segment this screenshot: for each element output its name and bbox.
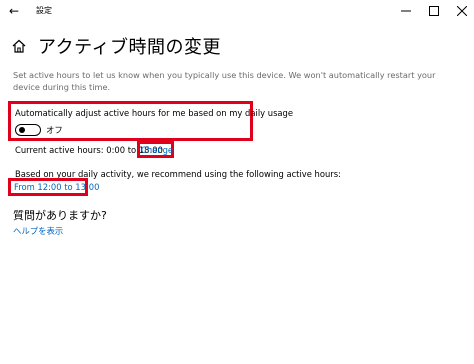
highlight-box-auto-adjust — [8, 101, 253, 141]
auto-adjust-label: Automatically adjust active hours for me… — [15, 108, 294, 118]
home-icon[interactable] — [12, 38, 26, 53]
toggle-knob — [19, 127, 25, 133]
close-icon[interactable] — [449, 2, 474, 20]
back-arrow-icon[interactable]: ← — [6, 4, 22, 18]
maximize-icon[interactable] — [421, 2, 447, 20]
change-link[interactable]: Change — [141, 145, 173, 155]
minimize-icon[interactable] — [393, 2, 419, 20]
auto-adjust-toggle[interactable] — [15, 124, 41, 136]
help-question-heading: 質問がありますか? — [13, 209, 107, 222]
title-bar: ← 設定 — [0, 0, 474, 22]
app-title: 設定 — [36, 6, 52, 15]
toggle-state-label: オフ — [46, 125, 63, 135]
description-text: Set active hours to let us know when you… — [13, 70, 436, 92]
get-help-link[interactable]: ヘルプを表示 — [13, 225, 63, 237]
recommended-hours-link[interactable]: From 12:00 to 13:00 — [14, 182, 99, 192]
page-title: アクティブ時間の変更 — [38, 37, 222, 58]
